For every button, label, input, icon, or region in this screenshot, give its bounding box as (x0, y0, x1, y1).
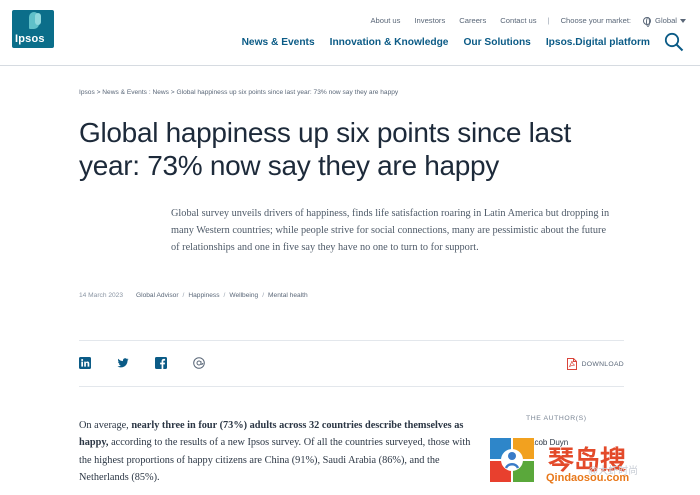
tag-separator: / (262, 292, 265, 299)
download-button[interactable]: DOWNLOAD (566, 358, 624, 370)
article-title: Global happiness up six points since las… (79, 117, 571, 181)
main-nav: News & Events Innovation & Knowledge Our… (227, 37, 650, 48)
globe-icon (643, 16, 652, 27)
search-icon[interactable] (664, 32, 684, 52)
share-divider-bottom (79, 386, 624, 387)
article-lead: Global survey unveils drivers of happine… (171, 208, 610, 254)
share-divider-top (79, 340, 624, 341)
linkedin-icon[interactable] (79, 357, 91, 369)
watermark-logo (490, 438, 534, 482)
nav-innovation-knowledge[interactable]: Innovation & Knowledge (330, 37, 449, 48)
author-section-label: THE AUTHOR(S) (526, 415, 587, 422)
email-icon[interactable] (193, 357, 205, 369)
facebook-icon[interactable] (155, 357, 167, 369)
tag-global-advisor[interactable]: Global Advisor (136, 292, 179, 299)
site-header: Ipsos About us Investors Careers Contact… (0, 0, 700, 66)
nav-news-events[interactable]: News & Events (242, 37, 315, 48)
market-selector[interactable]: Global (655, 16, 677, 25)
download-label: DOWNLOAD (581, 360, 624, 368)
ipsos-logo[interactable]: Ipsos (12, 10, 54, 48)
nav-our-solutions[interactable]: Our Solutions (463, 37, 530, 48)
tag-separator: / (223, 292, 226, 299)
investors-link[interactable]: Investors (414, 16, 445, 25)
about-us-link[interactable]: About us (370, 16, 400, 25)
twitter-icon[interactable] (117, 357, 129, 369)
breadcrumb[interactable]: Ipsos > News & Events : News > Global ha… (79, 89, 398, 96)
body-intro: On average, (79, 420, 129, 431)
nav-ipsos-digital[interactable]: Ipsos.Digital platform (546, 37, 650, 48)
tag-separator: / (182, 292, 185, 299)
share-bar (79, 357, 231, 369)
watermark-subtitle: Qindaosou.com (546, 472, 630, 484)
article-meta: 14 March 2023 Global Advisor / Happiness… (79, 292, 308, 299)
tag-happiness[interactable]: Happiness (188, 292, 219, 299)
utility-nav: About us Investors Careers Contact us | … (356, 16, 686, 27)
watermark-overlay: 琴岛搜 @大虾时尚 Qindaosou.com (490, 438, 690, 488)
pdf-icon (566, 358, 577, 370)
body-rest: according to the results of a new Ipsos … (79, 437, 471, 484)
tag-mental-health[interactable]: Mental health (268, 292, 308, 299)
chevron-down-icon[interactable] (680, 18, 686, 23)
publish-date: 14 March 2023 (79, 292, 123, 299)
article-body: On average, nearly three in four (73%) a… (79, 417, 479, 487)
careers-link[interactable]: Careers (459, 16, 486, 25)
utility-separator: | (547, 16, 550, 25)
market-label: Choose your market: (560, 16, 632, 25)
contact-us-link[interactable]: Contact us (500, 16, 536, 25)
logo-text: Ipsos (15, 33, 45, 45)
tag-wellbeing[interactable]: Wellbeing (229, 292, 258, 299)
logo-mark-accent (35, 13, 41, 25)
